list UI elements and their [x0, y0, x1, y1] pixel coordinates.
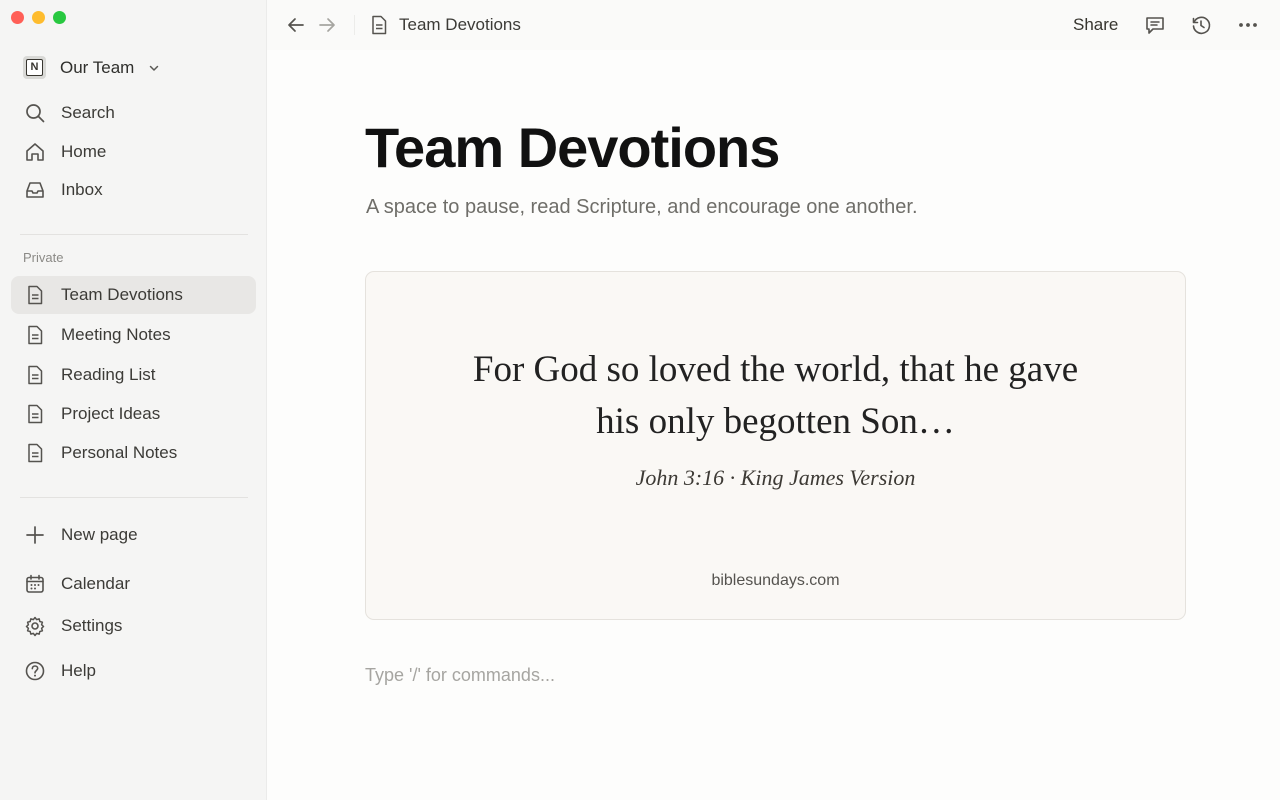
more-icon	[1239, 23, 1257, 27]
page-icon	[24, 324, 46, 346]
sidebar-item-label: Home	[61, 142, 107, 161]
back-arrow-icon	[288, 18, 304, 32]
back-button[interactable]	[284, 13, 308, 37]
sidebar-item-label: Project Ideas	[61, 404, 161, 423]
main-content: Team Devotions Share Team Devotions A sp…	[267, 0, 1280, 800]
gear-icon	[24, 615, 46, 637]
sidebar-item-label: Settings	[61, 616, 123, 635]
window-controls	[11, 11, 66, 24]
sidebar-item-label: Meeting Notes	[61, 325, 171, 344]
sidebar: N Our Team Search Home Inbox Private Tea…	[0, 0, 267, 800]
section-label-private: Private	[23, 250, 64, 265]
app-window: N Our Team Search Home Inbox Private Tea…	[0, 0, 1280, 800]
sidebar-divider	[20, 497, 248, 498]
top-bar: Team Devotions Share	[267, 0, 1280, 50]
sidebar-item-label: Help	[61, 661, 96, 680]
sidebar-divider	[20, 234, 248, 235]
sidebar-item-label: Search	[61, 103, 115, 122]
calendar-icon	[24, 573, 46, 595]
notion-logo-icon: N	[23, 56, 46, 79]
page-icon	[24, 442, 46, 464]
close-window-button[interactable]	[11, 11, 24, 24]
verse-reference: John 3:16 · King James Version	[635, 465, 916, 490]
sidebar-item-home[interactable]: Home	[11, 133, 256, 171]
page-title[interactable]: Team Devotions	[365, 115, 780, 180]
breadcrumb-page-title[interactable]: Team Devotions	[399, 15, 521, 35]
sidebar-item-label: Team Devotions	[61, 285, 183, 304]
sidebar-item-help[interactable]: Help	[11, 652, 256, 690]
chevron-down-icon	[150, 65, 159, 71]
sidebar-item-meeting-notes[interactable]: Meeting Notes	[11, 316, 256, 354]
sidebar-item-reading-list[interactable]: Reading List	[11, 356, 256, 394]
help-icon	[24, 660, 46, 682]
share-button[interactable]: Share	[1073, 15, 1118, 35]
more-options-button[interactable]	[1236, 13, 1260, 37]
sidebar-item-label: Calendar	[61, 574, 130, 593]
verse-source: biblesundays.com	[711, 572, 840, 589]
minimize-window-button[interactable]	[32, 11, 45, 24]
forward-arrow-icon	[319, 18, 335, 32]
comment-icon	[1146, 17, 1164, 34]
sidebar-item-label: Personal Notes	[61, 443, 178, 462]
sidebar-item-inbox[interactable]: Inbox	[11, 171, 256, 209]
sidebar-item-search[interactable]: Search	[11, 94, 256, 132]
home-icon	[24, 141, 46, 163]
sidebar-item-team-devotions[interactable]: Team Devotions	[11, 276, 256, 314]
page-icon	[24, 403, 46, 425]
plus-icon	[24, 524, 46, 546]
forward-button[interactable]	[315, 13, 339, 37]
history-button[interactable]	[1189, 13, 1213, 37]
maximize-window-button[interactable]	[53, 11, 66, 24]
verse-line-1: For God so loved the world, that he gave	[472, 349, 1079, 390]
sidebar-item-label: Reading List	[61, 365, 156, 384]
verse-card[interactable]: For God so loved the world, that he gave…	[365, 271, 1186, 620]
inbox-icon	[24, 179, 46, 201]
sidebar-item-personal-notes[interactable]: Personal Notes	[11, 434, 256, 472]
command-input-placeholder[interactable]: Type '/' for commands...	[365, 665, 555, 686]
workspace-name: Our Team	[60, 57, 135, 77]
sidebar-item-calendar[interactable]: Calendar	[11, 565, 256, 603]
history-icon	[1192, 16, 1211, 35]
page-icon	[372, 15, 387, 35]
sidebar-item-new-page[interactable]: New page	[11, 516, 256, 554]
page-subtitle[interactable]: A space to pause, read Scripture, and en…	[366, 196, 918, 219]
page-icon	[24, 364, 46, 386]
comments-button[interactable]	[1143, 13, 1167, 37]
sidebar-item-project-ideas[interactable]: Project Ideas	[11, 395, 256, 433]
verse-line-2: his only begotten Son…	[596, 401, 955, 442]
sidebar-item-label: New page	[61, 525, 138, 544]
sidebar-item-settings[interactable]: Settings	[11, 607, 256, 645]
verse-text: For God so loved the world, that he gave…	[366, 344, 1185, 448]
sidebar-item-label: Inbox	[61, 180, 103, 199]
search-icon	[24, 102, 46, 124]
toolbar-separator	[354, 15, 355, 35]
page-icon	[24, 284, 46, 306]
workspace-switcher[interactable]: N Our Team	[23, 56, 160, 79]
